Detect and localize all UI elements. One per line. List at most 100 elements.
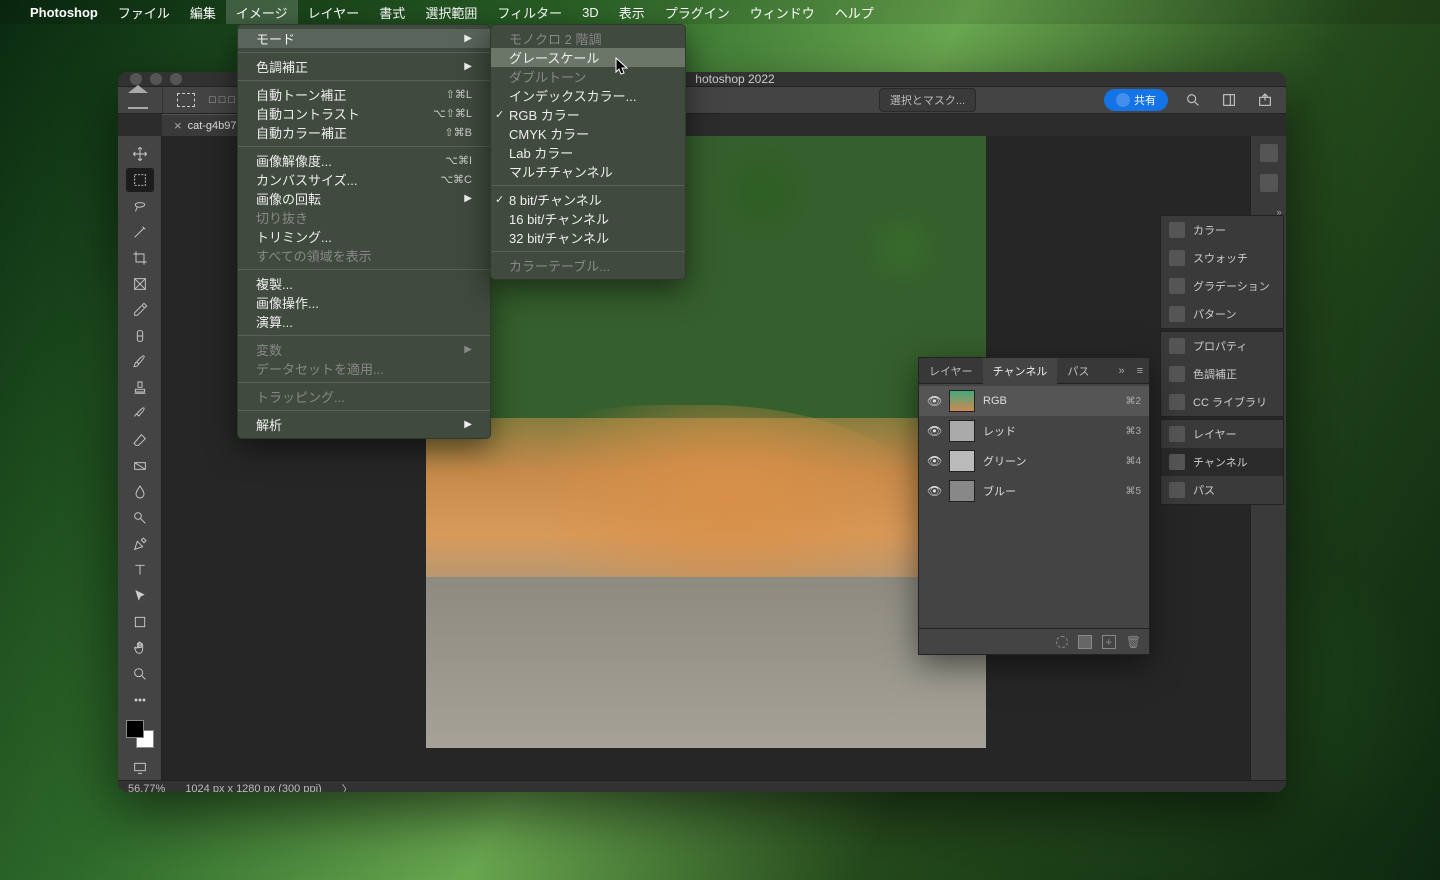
- menu-item[interactable]: 複製...: [238, 274, 490, 293]
- menu-help[interactable]: ヘルプ: [825, 0, 884, 24]
- menu-item[interactable]: マルチチャンネル: [491, 162, 685, 181]
- edit-toolbar[interactable]: [126, 688, 154, 712]
- brush-tool[interactable]: [126, 350, 154, 374]
- panel-more-icon[interactable]: »: [1112, 365, 1130, 377]
- channel-red[interactable]: 👁レッド⌘3: [919, 416, 1149, 446]
- menu-item[interactable]: 演算...: [238, 312, 490, 331]
- menu-item[interactable]: 画像の回転▶: [238, 189, 490, 208]
- traffic-lights[interactable]: [130, 73, 182, 85]
- pen-tool[interactable]: [126, 532, 154, 556]
- zoom-tool[interactable]: [126, 662, 154, 686]
- eraser-tool[interactable]: [126, 428, 154, 452]
- channel-blue[interactable]: 👁ブルー⌘5: [919, 476, 1149, 506]
- menu-item[interactable]: CMYK カラー: [491, 124, 685, 143]
- menu-item[interactable]: モード▶: [238, 29, 490, 48]
- panel-libraries[interactable]: CC ライブラリ: [1161, 388, 1283, 416]
- menu-item[interactable]: 16 bit/チャンネル: [491, 209, 685, 228]
- hand-tool[interactable]: [126, 636, 154, 660]
- menu-app[interactable]: Photoshop: [20, 0, 108, 24]
- document-dims[interactable]: 1024 px x 1280 px (300 ppi): [185, 783, 321, 792]
- menu-image[interactable]: イメージ: [226, 0, 298, 24]
- export-icon[interactable]: [1254, 89, 1276, 111]
- menu-item[interactable]: トリミング...: [238, 227, 490, 246]
- color-swatches[interactable]: [126, 720, 154, 748]
- menu-item[interactable]: 色調補正▶: [238, 57, 490, 76]
- menu-item[interactable]: Lab カラー: [491, 143, 685, 162]
- panel-patterns[interactable]: パターン: [1161, 300, 1283, 328]
- move-tool[interactable]: [126, 142, 154, 166]
- marquee-tool-icon[interactable]: [177, 93, 195, 107]
- panel-channels[interactable]: チャンネル: [1161, 448, 1283, 476]
- channel-rgb[interactable]: 👁RGB⌘2: [919, 386, 1149, 416]
- rail-icon-1[interactable]: [1260, 144, 1278, 162]
- panel-swatches[interactable]: スウォッチ: [1161, 244, 1283, 272]
- document-tab[interactable]: × cat-g4b97: [162, 114, 249, 136]
- panel-color[interactable]: カラー: [1161, 216, 1283, 244]
- menu-item[interactable]: 画像解像度...⌥⌘I: [238, 151, 490, 170]
- frame-tool[interactable]: [126, 272, 154, 296]
- delete-icon[interactable]: 🗑: [1126, 635, 1141, 649]
- panel-gradients[interactable]: グラデーション: [1161, 272, 1283, 300]
- menu-type[interactable]: 書式: [369, 0, 415, 24]
- panel-paths[interactable]: パス: [1161, 476, 1283, 504]
- marquee-tool[interactable]: [126, 168, 154, 192]
- menu-filter[interactable]: フィルター: [487, 0, 572, 24]
- menu-window[interactable]: ウィンドウ: [740, 0, 825, 24]
- home-icon[interactable]: [128, 91, 148, 109]
- path-select-tool[interactable]: [126, 584, 154, 608]
- visibility-icon[interactable]: 👁: [927, 484, 941, 498]
- menu-edit[interactable]: 編集: [180, 0, 226, 24]
- close-dot[interactable]: [130, 73, 142, 85]
- type-tool[interactable]: [126, 558, 154, 582]
- save-selection-icon[interactable]: [1078, 635, 1092, 649]
- panel-adjustments[interactable]: 色調補正: [1161, 360, 1283, 388]
- panel-properties[interactable]: プロパティ: [1161, 332, 1283, 360]
- search-icon[interactable]: [1182, 89, 1204, 111]
- menu-item[interactable]: 32 bit/チャンネル: [491, 228, 685, 247]
- tab-layers[interactable]: レイヤー: [919, 358, 983, 384]
- rail-icon-2[interactable]: [1260, 174, 1278, 192]
- screen-mode[interactable]: [126, 756, 154, 780]
- stamp-tool[interactable]: [126, 376, 154, 400]
- menu-item[interactable]: RGB カラー: [491, 105, 685, 124]
- channel-green[interactable]: 👁グリーン⌘4: [919, 446, 1149, 476]
- lasso-tool[interactable]: [126, 194, 154, 218]
- new-channel-icon[interactable]: +: [1102, 635, 1116, 649]
- menu-file[interactable]: ファイル: [108, 0, 180, 24]
- magic-wand-tool[interactable]: [126, 220, 154, 244]
- close-icon[interactable]: ×: [174, 118, 182, 133]
- menu-item[interactable]: 自動トーン補正⇧⌘L: [238, 85, 490, 104]
- status-arrow-icon[interactable]: 〉: [342, 781, 353, 792]
- menu-plugins[interactable]: プラグイン: [655, 0, 740, 24]
- visibility-icon[interactable]: 👁: [927, 394, 941, 408]
- menu-item[interactable]: 8 bit/チャンネル: [491, 190, 685, 209]
- menu-view[interactable]: 表示: [609, 0, 655, 24]
- menu-item[interactable]: 自動コントラスト⌥⇧⌘L: [238, 104, 490, 123]
- gradient-tool[interactable]: [126, 454, 154, 478]
- menu-item[interactable]: 画像操作...: [238, 293, 490, 312]
- minimize-dot[interactable]: [150, 73, 162, 85]
- share-button[interactable]: 共有: [1104, 89, 1168, 111]
- tab-paths[interactable]: パス: [1057, 358, 1099, 384]
- menu-select[interactable]: 選択範囲: [415, 0, 487, 24]
- dodge-tool[interactable]: [126, 506, 154, 530]
- panel-menu-icon[interactable]: ≡: [1131, 365, 1149, 377]
- crop-tool[interactable]: [126, 246, 154, 270]
- menu-item[interactable]: グレースケール: [491, 48, 685, 67]
- workspace-icon[interactable]: [1218, 89, 1240, 111]
- shape-tool[interactable]: [126, 610, 154, 634]
- visibility-icon[interactable]: 👁: [927, 454, 941, 468]
- load-selection-icon[interactable]: [1056, 636, 1068, 648]
- history-brush-tool[interactable]: [126, 402, 154, 426]
- menu-item[interactable]: 解析▶: [238, 415, 490, 434]
- menu-item[interactable]: 自動カラー補正⇧⌘B: [238, 123, 490, 142]
- select-and-mask-button[interactable]: 選択とマスク...: [879, 88, 976, 112]
- menu-3d[interactable]: 3D: [572, 0, 609, 24]
- zoom-dot[interactable]: [170, 73, 182, 85]
- menu-layer[interactable]: レイヤー: [298, 0, 370, 24]
- visibility-icon[interactable]: 👁: [927, 424, 941, 438]
- blur-tool[interactable]: [126, 480, 154, 504]
- panel-layers[interactable]: レイヤー: [1161, 420, 1283, 448]
- menu-item[interactable]: インデックスカラー...: [491, 86, 685, 105]
- healing-tool[interactable]: [126, 324, 154, 348]
